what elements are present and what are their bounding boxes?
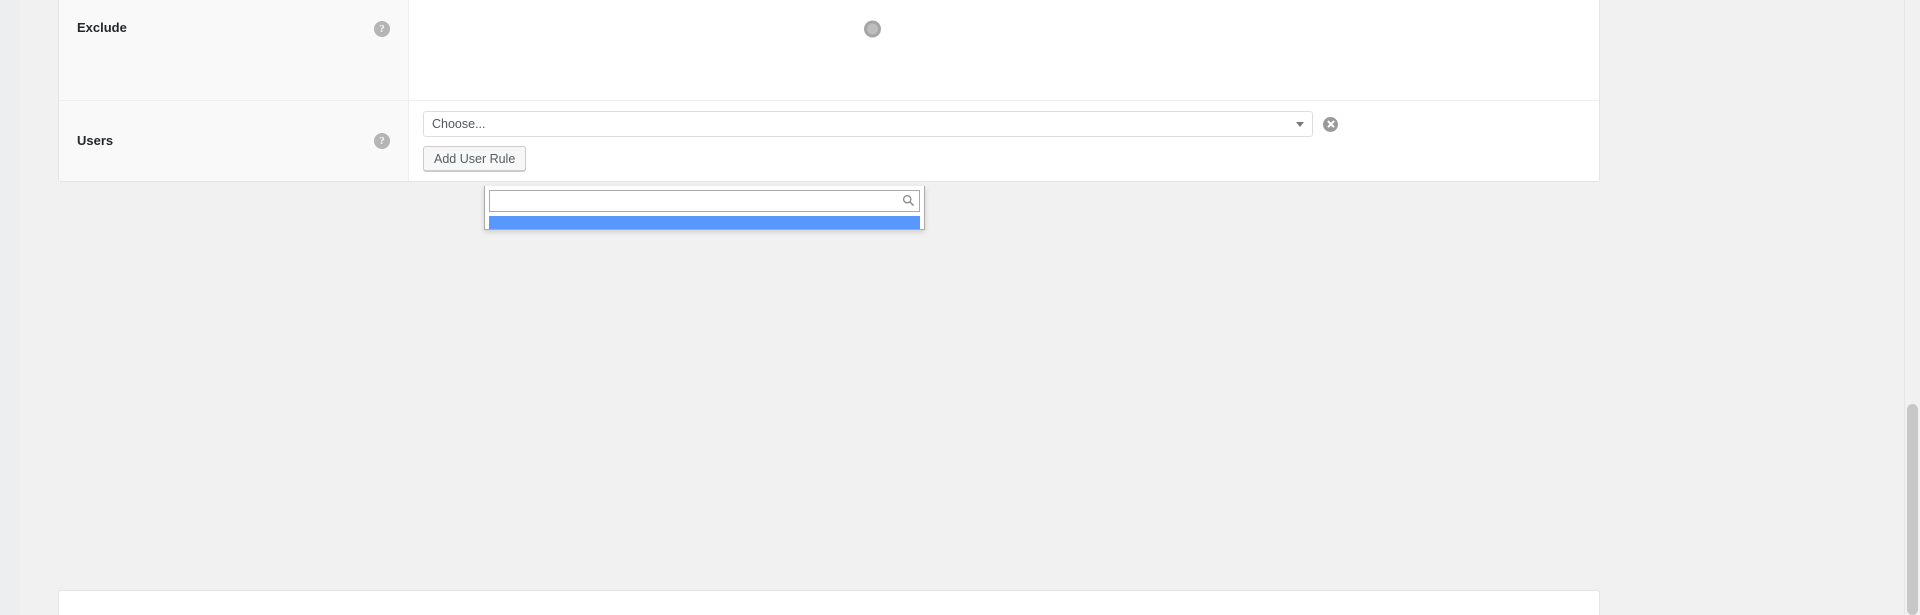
acf-location-metabox: Προϊόν Κατηγορία Προϊόν Κατηγορ	[58, 0, 1600, 182]
remove-rule-icon[interactable]	[1323, 116, 1338, 132]
acf-row-users: Users ? Choose... Add User Rule	[59, 100, 1599, 181]
admin-sidebar-rail	[0, 0, 20, 615]
dropdown-results-list	[489, 216, 920, 229]
dropdown-option-highlighted[interactable]	[489, 216, 920, 229]
user-rule-row: Choose...	[423, 111, 1599, 137]
user-rule-select[interactable]: Choose...	[423, 111, 1313, 137]
add-user-rule-button[interactable]: Add User Rule	[423, 146, 527, 171]
page-scrollbar-track[interactable]	[1904, 0, 1920, 615]
dropdown-search-wrap	[489, 190, 920, 212]
browser-viewport: Προϊόν Κατηγορία Προϊόν Κατηγορ	[0, 0, 1920, 615]
help-icon[interactable]: ?	[374, 133, 390, 149]
chevron-down-icon	[1296, 122, 1304, 127]
admin-content-area: Προϊόν Κατηγορία Προϊόν Κατηγορ	[20, 0, 1900, 615]
acf-label-cell-exclude: Exclude ?	[59, 0, 409, 100]
spinner-icon	[864, 20, 881, 37]
acf-label-users: Users	[77, 132, 114, 148]
acf-label-cell-users: Users ?	[59, 101, 409, 181]
acf-row-exclude: Exclude ?	[59, 0, 1599, 100]
dropdown-search-input[interactable]	[489, 190, 920, 212]
acf-label-exclude: Exclude	[77, 20, 127, 36]
user-rule-value: Choose...	[432, 117, 486, 131]
acf-input-cell-users: Choose... Add User Rule	[409, 101, 1599, 181]
page-scroll-thumb[interactable]	[1907, 404, 1918, 615]
acf-input-cell-exclude	[409, 0, 1599, 100]
value-dropdown-panel	[484, 186, 925, 230]
next-metabox-peek	[58, 590, 1600, 615]
help-icon[interactable]: ?	[374, 20, 390, 37]
